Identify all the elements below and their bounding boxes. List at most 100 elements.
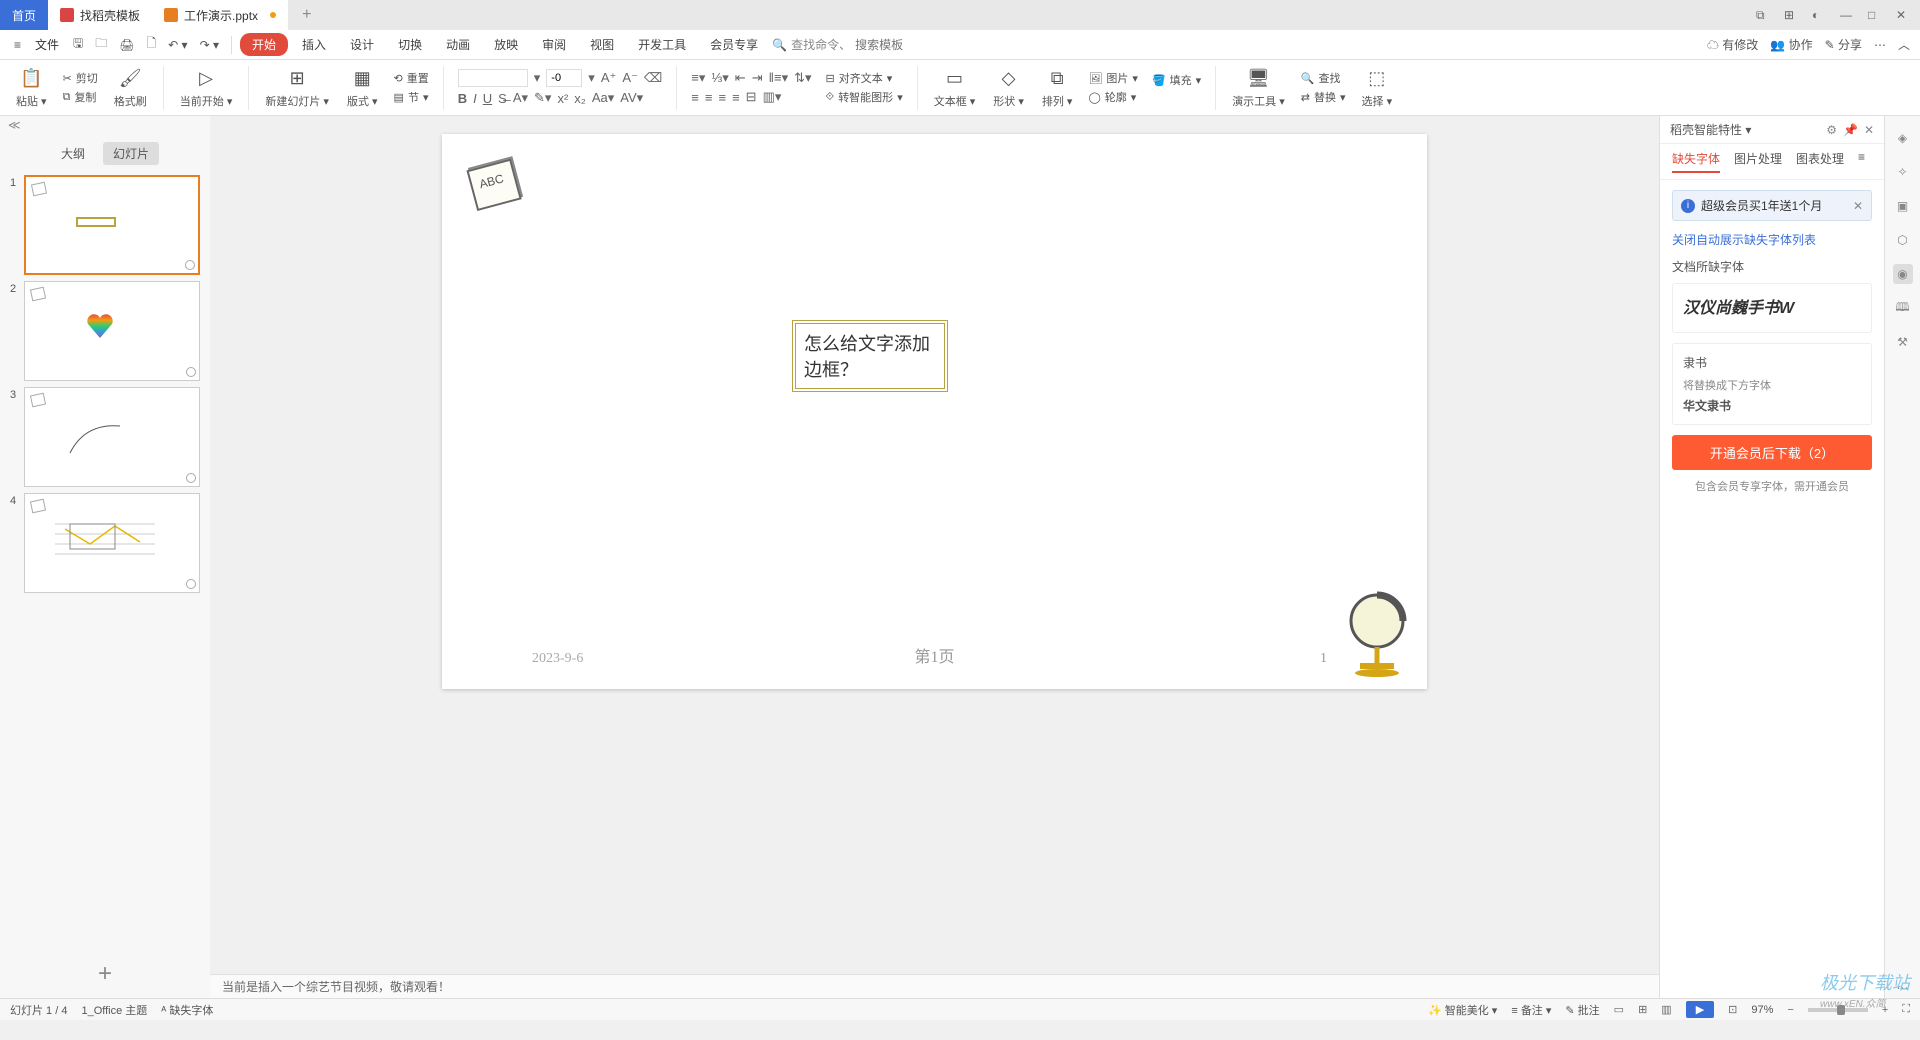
zoom-level[interactable]: 97% [1751,1004,1773,1016]
tab-home[interactable]: 首页 [0,0,48,30]
sico-design-icon[interactable]: ⬡ [1893,230,1913,250]
find-button[interactable]: 🔍 查找 [1301,70,1346,86]
layout-button[interactable]: ▦版式 ▾ [341,67,384,109]
menu-review[interactable]: 审阅 [532,36,576,53]
notes-area[interactable]: 当前是插入一个综艺节目视频，敬请观看！ [210,974,1659,998]
present-tools-button[interactable]: 🖥演示工具 ▾ [1226,67,1291,109]
play-button[interactable]: ▶ [1686,1001,1714,1018]
theme-label[interactable]: 1_Office 主题 [81,1002,147,1018]
menu-start[interactable]: 开始 [240,33,288,56]
align-text-button[interactable]: ⊟ 对齐文本 ▾ [826,70,903,86]
zoom-in-icon[interactable]: + [1882,1004,1888,1016]
maximize-button[interactable]: □ [1868,8,1882,22]
section-button[interactable]: ▤ 节 ▾ [394,89,429,105]
text-direction-icon[interactable]: ⇅▾ [794,70,811,86]
increase-font-icon[interactable]: A⁺ [601,70,617,86]
share-button[interactable]: ✎ 分享 [1825,36,1862,53]
select-button[interactable]: ⬚选择 ▾ [1356,67,1399,109]
tab-template[interactable]: 找稻壳模板 [48,0,152,30]
convert-smartart-button[interactable]: ⟐ 转智能图形 ▾ [826,89,903,105]
slide-textbox[interactable]: 怎么给文字添加边框？ [792,320,948,392]
menu-transition[interactable]: 切换 [388,36,432,53]
zoom-slider[interactable] [1808,1008,1868,1012]
shape-button[interactable]: ◇形状 ▾ [987,67,1030,109]
view-sorter-icon[interactable]: ⊞ [1638,1003,1647,1016]
open-icon[interactable]: 🗀 [91,34,111,55]
canvas-scroll[interactable]: ABC 怎么给文字添加边框？ 2023-9-6 第1页 1 [210,116,1659,974]
more-icon[interactable]: ⋯ [1874,38,1886,52]
download-fonts-button[interactable]: 开通会员后下载（2） [1672,435,1872,470]
tab-outline[interactable]: 大纲 [51,142,95,165]
file-menu[interactable]: 文件 [29,36,65,53]
strike-icon[interactable]: S̶ [498,91,507,106]
redo-icon[interactable]: ↷ ▾ [196,38,223,52]
hamburger-icon[interactable]: ≡ [10,38,25,52]
bullets-icon[interactable]: ≡▾ [691,70,705,86]
sico-help-icon[interactable]: 🕮 [1893,298,1913,318]
view-normal-icon[interactable]: ▭ [1614,1003,1624,1016]
font-card-1[interactable]: 汉仪尚巍手书W [1672,283,1872,333]
undo-icon[interactable]: ↶ ▾ [164,38,191,52]
chevron-up-icon[interactable]: ︿ [1898,36,1910,53]
sico-diamond-icon[interactable]: ◈ [1893,128,1913,148]
smart-beautify-button[interactable]: ✨ 智能美化 ▾ [1428,1002,1497,1018]
menu-insert[interactable]: 插入 [292,36,336,53]
fill-button[interactable]: 🪣 填充 ▾ [1152,72,1201,88]
comments-button[interactable]: ✎ 批注 [1565,1002,1599,1018]
notes-button[interactable]: ≡ 备注 ▾ [1511,1002,1551,1018]
highlight-icon[interactable]: ✎▾ [534,90,551,106]
font-color-icon[interactable]: A▾ [513,90,528,106]
textbox-button[interactable]: ▭文本框 ▾ [928,67,982,109]
rp-tab-charts[interactable]: 图表处理 [1796,150,1844,173]
menu-animation[interactable]: 动画 [436,36,480,53]
align-right-icon[interactable]: ≡ [718,90,726,105]
numbering-icon[interactable]: ⅓▾ [711,70,728,86]
sico-more-icon[interactable]: ⋯ [1893,978,1913,998]
change-case-icon[interactable]: Aa▾ [592,90,614,106]
rp-tab-more-icon[interactable]: ≡ [1858,150,1865,173]
apps-icon[interactable]: ⊞ [1784,8,1798,22]
thumbnail-4[interactable]: 4 [10,493,200,593]
zoom-out-icon[interactable]: − [1787,1004,1793,1016]
outline-button[interactable]: ◯ 轮廓 ▾ [1088,89,1138,105]
columns-icon[interactable]: ▥▾ [763,89,782,105]
menu-design[interactable]: 设计 [340,36,384,53]
copy-button[interactable]: ⧉ 复制 [63,89,98,105]
subscript-icon[interactable]: x₂ [574,91,586,106]
slide[interactable]: ABC 怎么给文字添加边框？ 2023-9-6 第1页 1 [442,134,1427,689]
decrease-font-icon[interactable]: A⁻ [622,70,638,86]
font-card-2[interactable]: 隶书 将替换成下方字体 华文隶书 [1672,343,1872,425]
picture-button[interactable]: 🖼 图片 ▾ [1088,70,1138,86]
missing-font-status[interactable]: ᴬ 缺失字体 [161,1002,213,1018]
close-panel-icon[interactable]: ✕ [1864,123,1874,137]
rp-tab-fonts[interactable]: 缺失字体 [1672,150,1720,173]
add-slide-button[interactable]: + [0,950,210,998]
distribute-icon[interactable]: ⊟ [746,89,757,105]
align-left-icon[interactable]: ≡ [691,90,699,105]
menu-view[interactable]: 视图 [580,36,624,53]
disable-autoshow-link[interactable]: 关闭自动展示缺失字体列表 [1672,231,1872,248]
settings-icon[interactable]: ⚙ [1826,123,1837,137]
arrange-button[interactable]: ⧉排列 ▾ [1036,67,1079,109]
sico-layers-icon[interactable]: ▣ [1893,196,1913,216]
menu-slideshow[interactable]: 放映 [484,36,528,53]
underline-icon[interactable]: U [483,91,492,106]
sico-star-icon[interactable]: ✧ [1893,162,1913,182]
window-layout-icon[interactable]: ⧉ [1756,8,1770,22]
tab-slides[interactable]: 幻灯片 [103,142,159,165]
modified-indicator[interactable]: ☁ 有修改 [1707,36,1758,53]
italic-icon[interactable]: I [473,91,477,106]
print-icon[interactable]: 🖨 [115,38,138,52]
font-size-input[interactable] [546,69,582,87]
thumbnail-1[interactable]: 1 [10,175,200,275]
collab-button[interactable]: 👥 协作 [1770,36,1812,53]
view-reading-icon[interactable]: ▥ [1661,1003,1671,1016]
new-tab-button[interactable]: + [288,6,325,24]
justify-icon[interactable]: ≡ [732,90,740,105]
tab-document[interactable]: 工作演示.pptx [152,0,288,30]
shape-outline-button[interactable] [1152,91,1201,103]
bold-icon[interactable]: B [458,91,467,106]
clear-format-icon[interactable]: ⌫ [644,70,662,86]
pin-icon[interactable]: 📌 [1843,123,1858,137]
sico-tools-icon[interactable]: ⚒ [1893,332,1913,352]
